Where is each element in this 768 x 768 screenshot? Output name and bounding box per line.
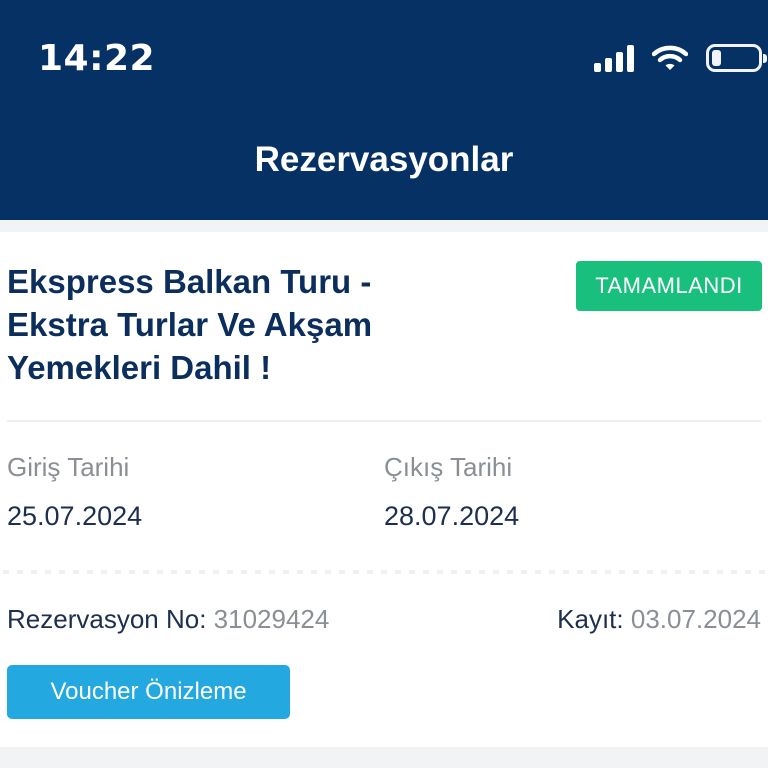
checkin-block: Giriş Tarihi 25.07.2024 [7,452,142,532]
battery-icon [706,44,767,72]
app-header: 14:22 Rezervasyonlar [0,0,768,220]
record-value: 03.07.2024 [630,604,761,634]
status-badge: TAMAMLANDI [576,261,762,311]
reservation-no-value: 31029424 [213,604,330,634]
checkin-date: 25.07.2024 [7,501,143,531]
signal-icon [594,44,634,72]
reservation-no: Rezervasyon No: 31029424 [7,604,329,635]
checkout-block: Çıkış Tarihi 28.07.2024 [384,452,519,532]
record-label: Kayıt: [557,604,624,634]
divider [7,420,761,422]
reservation-card[interactable]: Ekspress Balkan Turu - Ekstra Turlar Ve … [0,232,768,747]
checkin-label: Giriş Tarihi [7,452,130,482]
tour-title: Ekspress Balkan Turu - Ekstra Turlar Ve … [7,263,373,386]
status-time: 14:22 [38,38,156,79]
info-row: Rezervasyon No: 31029424 Kayıt: 03.07.20… [7,604,761,635]
dashed-separator [0,570,768,574]
wifi-icon [652,45,688,70]
record-date: Kayıt: 03.07.2024 [557,604,761,635]
voucher-preview-button[interactable]: Voucher Önizleme [7,665,290,719]
checkout-date: 28.07.2024 [384,501,520,531]
status-icons [594,40,767,76]
page-title: Rezervasyonlar [254,140,514,179]
checkout-label: Çıkış Tarihi [384,452,513,482]
reservation-no-label: Rezervasyon No: [7,604,207,634]
